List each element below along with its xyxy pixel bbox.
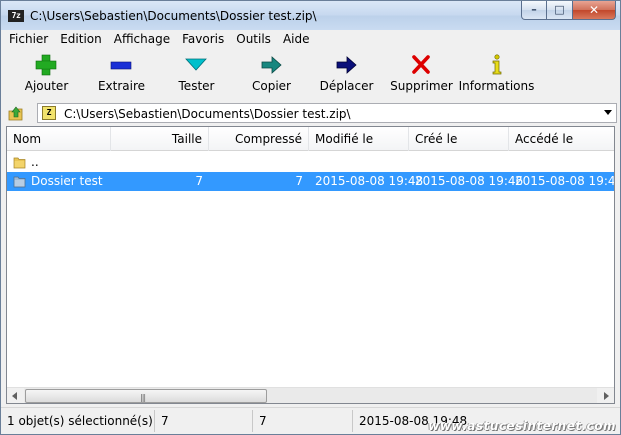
menu-favoris[interactable]: Favoris	[176, 30, 230, 48]
watermark: www.astucesinternet.com	[428, 419, 616, 433]
minimize-icon: –	[531, 3, 537, 16]
maximize-icon: □	[554, 3, 565, 16]
delete-button[interactable]: Supprimer	[384, 48, 459, 98]
copy-button[interactable]: Copier	[234, 48, 309, 98]
column-modified[interactable]: Modifié le	[309, 127, 409, 151]
dropdown-arrow-icon[interactable]	[604, 110, 612, 115]
column-accessed[interactable]: Accédé le	[509, 127, 614, 151]
menu-affichage[interactable]: Affichage	[108, 30, 176, 48]
folder-icon	[13, 157, 26, 169]
list-item-parent[interactable]: ..	[7, 153, 614, 172]
horizontal-scrollbar[interactable]: |||	[7, 387, 614, 403]
status-selection: 1 objet(s) sélectionné(s)	[1, 410, 155, 432]
scroll-right-button[interactable]	[597, 388, 614, 403]
item-created: 2015-08-08 19:46	[415, 174, 524, 188]
menu-fichier[interactable]: Fichier	[3, 30, 54, 48]
status-size: 7	[155, 410, 253, 432]
file-list[interactable]: Nom Taille Compressé Modifié le Créé le …	[6, 126, 615, 404]
app-window: 7z C:\Users\Sebastien\Documents\Dossier …	[0, 0, 621, 435]
move-icon	[336, 56, 357, 74]
arrow-left-icon	[12, 392, 17, 400]
address-path[interactable]: C:\Users\Sebastien\Documents\Dossier tes…	[64, 107, 351, 121]
minimize-button[interactable]: –	[521, 1, 547, 20]
window-title: C:\Users\Sebastien\Documents\Dossier tes…	[30, 9, 317, 23]
grip-icon: |||	[140, 393, 146, 402]
item-name: ..	[31, 155, 39, 169]
add-label: Ajouter	[24, 79, 69, 93]
move-button[interactable]: Déplacer	[309, 48, 384, 98]
menu-outils[interactable]: Outils	[230, 30, 277, 48]
extract-icon	[110, 61, 132, 70]
copy-label: Copier	[252, 79, 291, 93]
folder-icon	[13, 176, 26, 188]
close-button[interactable]: ✕	[573, 1, 616, 20]
toolbar: Ajouter Extraire Tester Copier Déplacer	[1, 48, 620, 100]
scroll-left-button[interactable]	[7, 388, 24, 403]
list-item-selected[interactable]: Dossier test 7 7 2015-08-08 19:48 2015-0…	[7, 172, 614, 191]
status-packed: 7	[253, 410, 353, 432]
status-bar: 1 objet(s) sélectionné(s) 7 7 2015-08-08…	[1, 407, 620, 434]
test-button[interactable]: Tester	[159, 48, 234, 98]
menu-edition[interactable]: Edition	[54, 30, 108, 48]
title-bar[interactable]: 7z C:\Users\Sebastien\Documents\Dossier …	[1, 1, 620, 30]
add-button[interactable]: Ajouter	[9, 48, 84, 98]
info-icon	[492, 54, 502, 75]
maximize-button[interactable]: □	[547, 1, 573, 20]
up-folder-icon[interactable]	[7, 104, 25, 122]
close-icon: ✕	[588, 3, 600, 17]
address-combobox[interactable]: Z C:\Users\Sebastien\Documents\Dossier t…	[37, 103, 617, 123]
item-name: Dossier test	[31, 174, 103, 188]
menu-aide[interactable]: Aide	[277, 30, 316, 48]
item-accessed: 2015-08-08 19:48	[515, 174, 615, 188]
arrow-right-icon	[604, 392, 609, 400]
column-name[interactable]: Nom	[7, 127, 111, 151]
info-button[interactable]: Informations	[459, 48, 534, 98]
7zip-app-icon: 7z	[8, 10, 24, 22]
menu-bar: Fichier Edition Affichage Favoris Outils…	[1, 30, 620, 48]
delete-label: Supprimer	[390, 79, 453, 93]
copy-icon	[261, 56, 282, 74]
test-label: Tester	[178, 79, 215, 93]
extract-label: Extraire	[97, 79, 146, 93]
info-label: Informations	[458, 79, 535, 93]
item-modified: 2015-08-08 19:48	[315, 174, 424, 188]
zip-archive-icon: Z	[42, 106, 56, 120]
address-bar: Z C:\Users\Sebastien\Documents\Dossier t…	[1, 101, 620, 125]
move-label: Déplacer	[319, 79, 374, 93]
list-header: Nom Taille Compressé Modifié le Créé le …	[7, 127, 614, 151]
item-compressed: 7	[295, 174, 303, 188]
column-size[interactable]: Taille	[111, 127, 209, 151]
column-created[interactable]: Créé le	[409, 127, 509, 151]
test-icon	[185, 58, 207, 71]
column-compressed[interactable]: Compressé	[209, 127, 309, 151]
add-icon	[35, 54, 57, 76]
scroll-thumb[interactable]: |||	[25, 389, 267, 403]
extract-button[interactable]: Extraire	[84, 48, 159, 98]
delete-icon	[412, 55, 430, 74]
item-size: 7	[195, 174, 203, 188]
